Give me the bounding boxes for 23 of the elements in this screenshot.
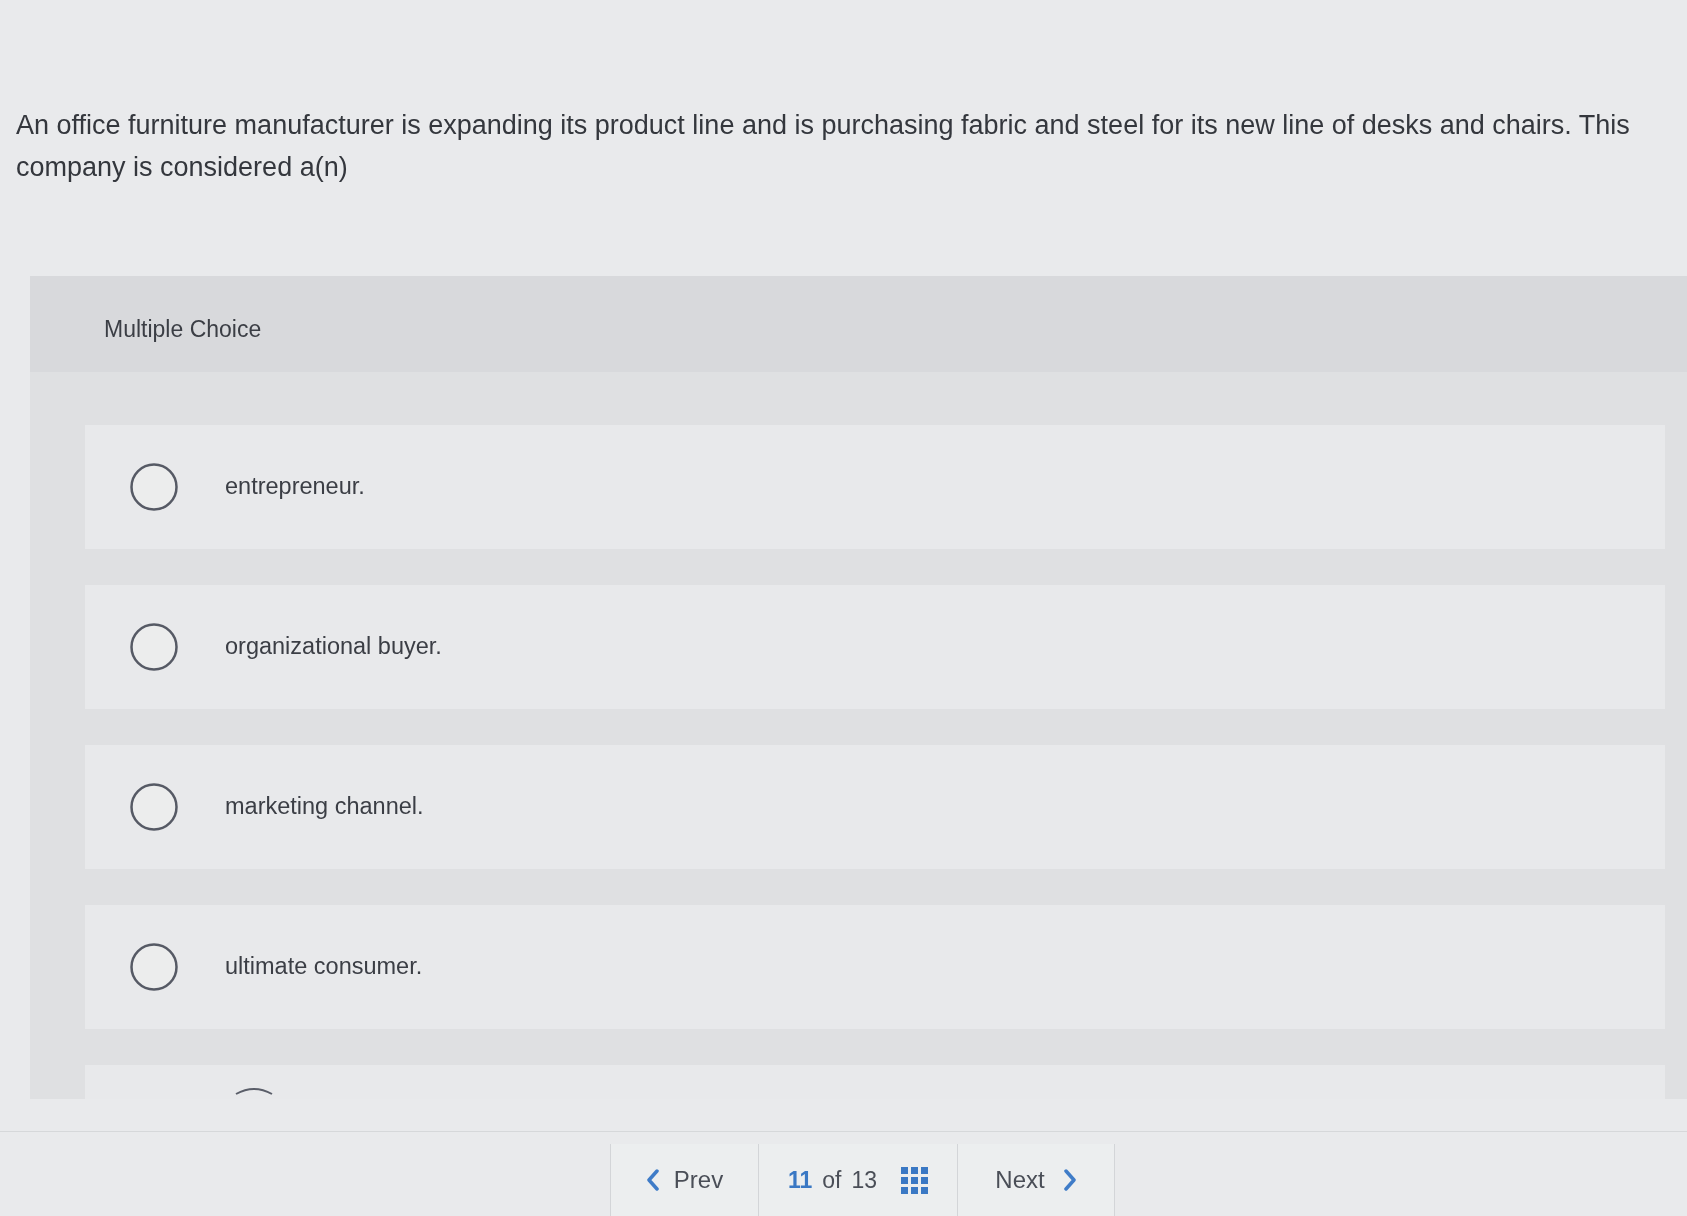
prev-button[interactable]: Prev — [611, 1144, 758, 1216]
of-label: of — [822, 1165, 842, 1195]
next-button[interactable]: Next — [958, 1144, 1114, 1216]
question-text: An office furniture manufacturer is expanding its product line and is purchasing fabric and steel for its new line of desks and chairs. This company is considered a(n) — [16, 109, 1631, 184]
option-card[interactable]: ultimate consumer. — [85, 905, 1665, 1029]
total-questions: 13 — [851, 1165, 878, 1195]
option-label: ultimate consumer. — [225, 952, 423, 982]
radio-edge-icon — [235, 1087, 273, 1095]
grid-icon[interactable] — [901, 1166, 929, 1194]
option-card[interactable]: entrepreneur. — [85, 425, 1665, 549]
option-label: marketing channel. — [225, 792, 424, 822]
chevron-right-icon — [1062, 1169, 1077, 1191]
panel-title: Multiple Choice — [104, 314, 262, 344]
radio-button[interactable] — [130, 463, 178, 511]
option-card[interactable]: organizational buyer. — [85, 585, 1665, 709]
radio-button[interactable] — [130, 783, 178, 831]
radio-button[interactable] — [130, 623, 178, 671]
chevron-left-icon — [645, 1169, 660, 1191]
radio-button[interactable] — [130, 943, 178, 991]
option-card[interactable]: marketing channel. — [85, 745, 1665, 869]
option-label: entrepreneur. — [225, 472, 365, 502]
current-question-number: 11 — [787, 1165, 813, 1195]
option-label: organizational buyer. — [225, 632, 442, 662]
